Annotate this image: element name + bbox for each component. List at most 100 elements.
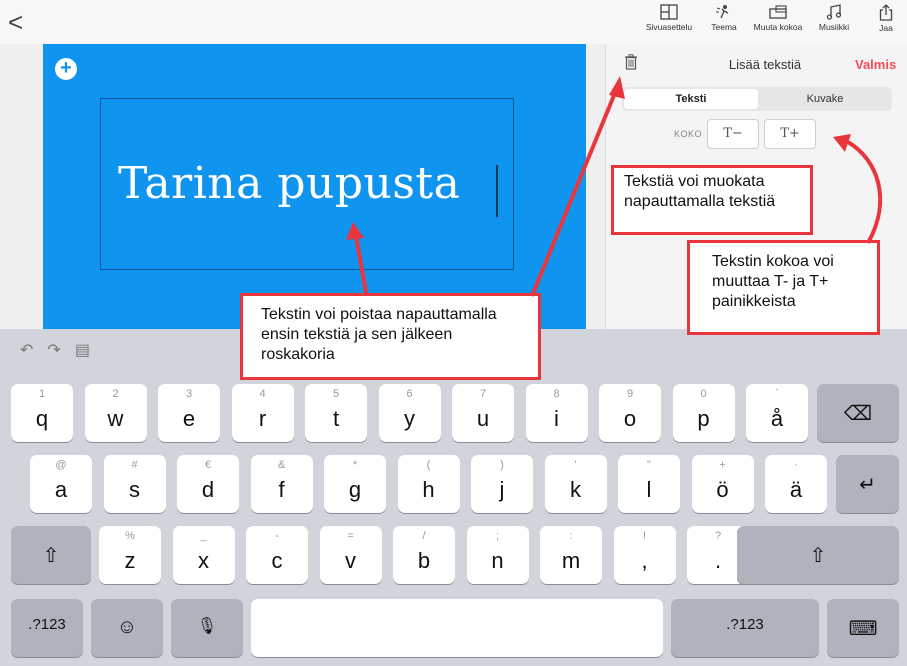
hide-keyboard-key[interactable]: ⌨: [827, 599, 899, 657]
key-alt-label: #: [131, 459, 138, 471]
key-n[interactable]: ; n: [466, 526, 529, 584]
space-key[interactable]: [251, 599, 663, 657]
key-k[interactable]: ' k: [544, 455, 607, 513]
key-f[interactable]: & f: [250, 455, 313, 513]
key-alt-label: ": [647, 459, 651, 471]
key-label: 🎙: [196, 618, 218, 635]
callout-edit-text: Tekstiä voi muokata napauttamalla teksti…: [611, 165, 813, 235]
key-m[interactable]: :m: [540, 526, 602, 584]
panel-title: Lisää tekstiä: [728, 57, 802, 72]
keyboard-shortcut-bar: ↶ ↷ ▤: [20, 340, 104, 364]
key-j[interactable]: ) j: [471, 455, 533, 513]
key-alt-label: (: [426, 459, 431, 471]
key-alt-label: 4: [259, 388, 266, 400]
callout-delete-text: Tekstin voi poistaa napauttamalla ensin …: [240, 293, 541, 380]
key-alt-label: €: [204, 459, 212, 471]
key-label: u: [476, 406, 490, 431]
trash-icon[interactable]: [625, 54, 637, 70]
key-label: v: [345, 548, 356, 573]
key-alt-label: %: [125, 530, 135, 542]
page-layout-button[interactable]: Sivuasettelu: [641, 4, 697, 32]
return-key[interactable]: ↵: [836, 455, 899, 513]
tool-label: Musiikki: [818, 22, 850, 32]
key-o[interactable]: 9o: [599, 384, 661, 442]
key-b[interactable]: / b: [393, 526, 455, 584]
key-h[interactable]: (h: [397, 455, 460, 513]
key-label: å: [770, 406, 784, 431]
key-ä[interactable]: · ä: [765, 455, 827, 513]
microphone-key[interactable]: 🎙: [171, 599, 243, 657]
key-y[interactable]: 6y: [378, 384, 441, 442]
key-z[interactable]: % z: [99, 526, 161, 584]
key-alt-label: 7: [479, 388, 487, 400]
tool-label: Jaa: [879, 23, 893, 33]
redo-icon[interactable]: ↷: [47, 340, 60, 360]
key-label: l: [646, 477, 652, 502]
resize-icon: [769, 5, 787, 19]
key-alt-label: @: [55, 459, 67, 471]
key-r[interactable]: 4r: [231, 384, 294, 442]
key-label: ö: [716, 477, 729, 502]
ipad-screen: < Sivuasettelu Teema Muuta kokoa Musiikk…: [0, 0, 907, 666]
numbers-key-left[interactable]: .?123: [11, 599, 83, 657]
key-label: .?123: [726, 616, 764, 633]
tab-icon[interactable]: Kuvake: [760, 89, 890, 109]
key-label: x: [198, 548, 209, 573]
text-size-increase-button[interactable]: T+: [764, 119, 816, 149]
key-l[interactable]: " l: [618, 455, 680, 513]
theme-icon: [716, 5, 729, 19]
key-label: d: [201, 477, 215, 502]
share-button[interactable]: Jaa: [868, 4, 904, 33]
paste-icon[interactable]: ▤: [75, 340, 90, 360]
undo-icon[interactable]: ↶: [20, 340, 33, 360]
key-e[interactable]: 3e: [158, 384, 220, 442]
key-d[interactable]: € d: [177, 455, 239, 513]
key-a[interactable]: @ a: [30, 455, 92, 513]
music-icon: [826, 4, 842, 20]
key-p[interactable]: 0p: [672, 384, 735, 442]
emoji-key[interactable]: ☺: [91, 599, 163, 657]
music-button[interactable]: Musiikki: [813, 4, 855, 32]
key-label: q: [35, 406, 49, 431]
backspace-key[interactable]: ⌫: [817, 384, 899, 442]
key-alt-label: ): [500, 459, 504, 471]
key-comma[interactable]: !,: [613, 526, 676, 584]
share-icon: [879, 4, 893, 21]
tab-text[interactable]: Teksti: [624, 89, 758, 109]
key-x[interactable]: _ x: [172, 526, 235, 584]
theme-button[interactable]: Teema: [704, 4, 744, 32]
key-alt-label: ;: [495, 530, 500, 542]
back-button[interactable]: <: [8, 8, 32, 36]
key-i[interactable]: 8i: [525, 384, 588, 442]
key-t[interactable]: 5t: [305, 384, 367, 442]
key-ö[interactable]: + ö: [691, 455, 754, 513]
add-slide-button[interactable]: +: [55, 58, 77, 80]
key-alt-label: `: [775, 388, 779, 400]
key-alt-label: /: [422, 530, 426, 542]
key-å[interactable]: ` å: [746, 384, 808, 442]
key-q[interactable]: 1q: [11, 384, 73, 442]
key-alt-label: 2: [112, 388, 119, 400]
shift-right-key[interactable]: ⇧: [737, 526, 899, 584]
key-label: ä: [789, 477, 803, 502]
key-label: m: [561, 548, 581, 573]
key-alt-label: ·: [794, 459, 798, 471]
shift-left-key[interactable]: ⇧: [11, 526, 91, 584]
key-s[interactable]: # s: [103, 455, 166, 513]
text-size-decrease-button[interactable]: T−: [707, 119, 759, 149]
key-v[interactable]: = v: [319, 526, 382, 584]
key-g[interactable]: * g: [324, 455, 386, 513]
key-alt-label: :: [569, 530, 573, 542]
key-alt-label: +: [719, 459, 726, 471]
resize-button[interactable]: Muuta kokoa: [751, 4, 805, 32]
key-label: ☺: [116, 616, 138, 638]
key-w[interactable]: 2w: [84, 384, 147, 442]
numbers-key-right[interactable]: .?123: [671, 599, 819, 657]
tool-label: Sivuasettelu: [645, 22, 693, 32]
key-label: c: [271, 548, 283, 573]
key-u[interactable]: 7u: [452, 384, 514, 442]
key-c[interactable]: -c: [246, 526, 308, 584]
slide-title-text[interactable]: Tarina pupusta: [118, 158, 460, 209]
key-alt-label: &: [277, 459, 286, 471]
done-button[interactable]: Valmis: [855, 57, 896, 72]
